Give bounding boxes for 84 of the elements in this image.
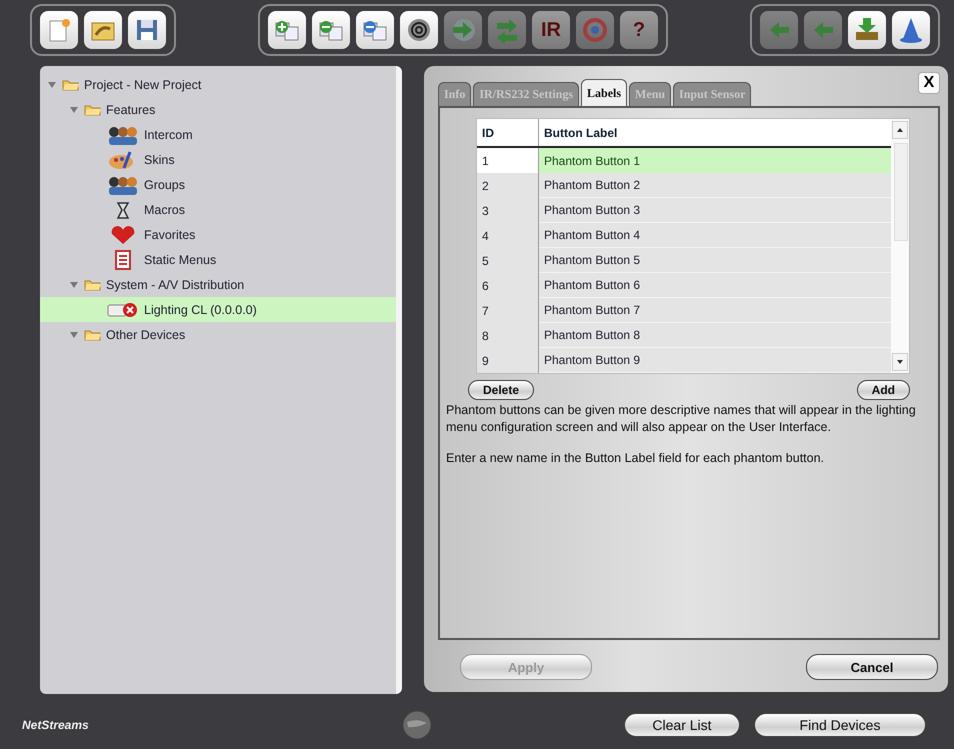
tree-item[interactable]: Macros [40, 197, 396, 222]
tree-label: Static Menus [144, 252, 216, 266]
folder-icon [84, 104, 102, 116]
table-cell: 4 [477, 223, 539, 248]
tree-item[interactable]: Project - New Project [40, 72, 396, 97]
add-button[interactable]: Add [856, 380, 910, 400]
tree-item[interactable]: Skins [40, 147, 396, 172]
table-row[interactable]: 2 Phantom Button 2 [477, 173, 891, 198]
table-cell: Phantom Button 1 [539, 148, 891, 173]
tree-item[interactable]: System - A/V Distribution [40, 272, 396, 297]
help-text: Phantom buttons can be given more descriptive names that will appear in the lighting menu configuration screen and will also appear on the User Interface. [446, 402, 917, 436]
close-button[interactable]: X [918, 72, 940, 94]
toolbar-button[interactable] [892, 11, 930, 49]
tree-label: Favorites [144, 228, 196, 242]
people-icon [106, 174, 140, 194]
tree-label: Features [106, 102, 156, 116]
table-cell: Phantom Button 9 [539, 348, 891, 373]
tree-label: Project - New Project [84, 78, 202, 92]
toolbar-button[interactable] [848, 11, 886, 49]
table-row[interactable]: 3 Phantom Button 3 [477, 198, 891, 223]
tree-label: Skins [144, 152, 175, 166]
folder-icon [62, 78, 80, 90]
toolbar-button[interactable] [268, 11, 306, 49]
delete-button[interactable]: Delete [468, 380, 534, 400]
table-cell: 6 [477, 273, 539, 298]
expand-arrow-icon[interactable] [70, 330, 80, 338]
table-cell: 8 [477, 323, 539, 348]
scroll-down-icon[interactable] [892, 353, 908, 371]
folder-icon [84, 278, 102, 290]
tree-item[interactable]: Favorites [40, 222, 396, 247]
find-devices-button[interactable]: Find Devices [754, 712, 926, 736]
table-cell: Phantom Button 4 [539, 223, 891, 248]
tab[interactable]: Labels [581, 79, 628, 106]
table-cell: Phantom Button 3 [539, 198, 891, 223]
scrollbar[interactable] [891, 119, 909, 373]
tree-label: Intercom [144, 128, 193, 142]
folder-icon [84, 328, 102, 340]
tree-label: Lighting CL (0.0.0.0) [144, 302, 257, 316]
table-cell: Phantom Button 5 [539, 248, 891, 273]
table-row[interactable]: 4 Phantom Button 4 [477, 223, 891, 248]
people-icon [106, 124, 140, 144]
expand-arrow-icon[interactable] [70, 280, 80, 288]
table-cell: Phantom Button 8 [539, 323, 891, 348]
tree-label: Other Devices [106, 328, 186, 342]
tree-label: Groups [144, 178, 185, 192]
tree-item[interactable]: Other Devices [40, 322, 396, 347]
table-cell: Phantom Button 6 [539, 273, 891, 298]
table-cell: Phantom Button 7 [539, 298, 891, 323]
tree-item[interactable]: Intercom [40, 122, 396, 147]
table-row[interactable]: 8 Phantom Button 8 [477, 323, 891, 348]
tree-item[interactable]: Lighting CL (0.0.0.0) [40, 297, 396, 322]
tree-item[interactable]: Groups [40, 172, 396, 197]
table-row[interactable]: 9 Phantom Button 9 [477, 348, 891, 373]
tree-label: System - A/V Distribution [106, 278, 244, 292]
toolbar-button[interactable] [40, 11, 78, 49]
table-row[interactable]: 1 Phantom Button 1 [477, 148, 891, 173]
tree-label: Macros [144, 202, 185, 216]
expand-arrow-icon[interactable] [48, 80, 58, 88]
column-header: ID [477, 119, 539, 146]
toolbar-button[interactable] [312, 11, 350, 49]
toolbar-button[interactable] [84, 11, 122, 49]
scroll-up-icon[interactable] [892, 121, 908, 139]
tree-item[interactable]: Features [40, 97, 396, 122]
toolbar-button[interactable] [128, 11, 166, 49]
table-row[interactable]: 7 Phantom Button 7 [477, 298, 891, 323]
globe-icon[interactable] [402, 710, 432, 740]
table-cell: 2 [477, 173, 539, 198]
table-row[interactable]: 6 Phantom Button 6 [477, 273, 891, 298]
cancel-button[interactable]: Cancel [806, 654, 938, 680]
toolbar-button[interactable] [356, 11, 394, 49]
table-cell: 5 [477, 248, 539, 273]
tree-item[interactable]: Static Menus [40, 247, 396, 272]
logo: NetStreams [22, 718, 90, 732]
table-cell: Phantom Button 2 [539, 173, 891, 198]
clear-list-button[interactable]: Clear List [624, 712, 740, 736]
table-row[interactable]: 5 Phantom Button 5 [477, 248, 891, 273]
scroll-thumb[interactable] [894, 143, 908, 241]
table-cell: 7 [477, 298, 539, 323]
help-text: Enter a new name in the Button Label field for each phantom button. [446, 450, 826, 467]
expand-arrow-icon[interactable] [70, 106, 80, 114]
column-header: Button Label [543, 124, 618, 142]
table-cell: 9 [477, 348, 539, 373]
toolbar-button[interactable] [400, 11, 438, 49]
table-cell: 3 [477, 198, 539, 223]
